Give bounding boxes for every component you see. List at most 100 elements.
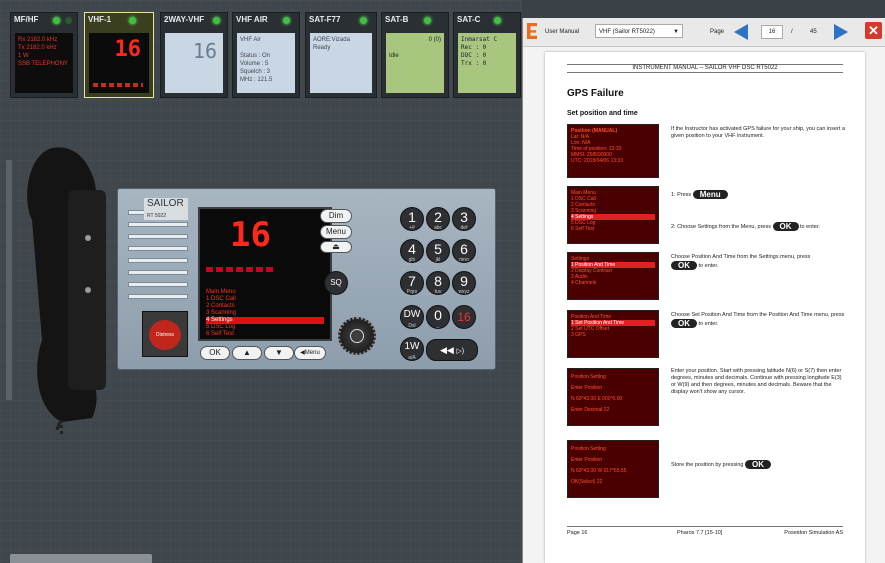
ok-key-illustration: OK [745,460,771,469]
taskbar-stub [10,554,152,563]
page-header: INSTRUMENT MANUAL – SAILOR VHF DSC RT502… [567,64,843,73]
vhf-radio-unit: SAILOR RT 5022 Distress 16 Main Menu 1 D… [117,188,496,370]
tab-title: SAT-F77 [309,15,341,24]
screen-line: Rx 2182.0 kHz [18,37,58,43]
tab-vhf-1[interactable]: VHF-1 16 [84,12,154,98]
channel-16-button[interactable]: 16 [452,305,476,329]
tab-vhf-air[interactable]: VHF AIR VHF Air Status : On Volume : 5 S… [232,12,300,98]
status-led [53,17,60,24]
screen-line: Trx : 0 [461,60,487,67]
telephone-handset[interactable] [22,140,112,442]
manual-page: INSTRUMENT MANUAL – SAILOR VHF DSC RT502… [545,52,865,563]
menu-item: 2 Contacts [206,303,235,309]
ok-button[interactable]: OK [200,346,230,360]
prev-page-button[interactable] [731,23,753,41]
screen-line: Rec : 0 [461,44,487,51]
screen-line: Status : On [240,53,271,59]
down-button[interactable]: ▼ [264,346,294,360]
menu-item: 3 Scanning [206,310,237,316]
footer-version: Pharos 7.7 [15-10] [677,530,723,536]
page-label: Page [710,29,725,35]
screen-line: SSB TELEPHONY [18,61,68,67]
brand-label: SAILOR [147,198,184,209]
model-label: RT 5022 [147,213,166,219]
tab-title: MF/HF [14,15,39,24]
dual-watch-button[interactable]: DW Dsl [400,305,424,329]
screen-line: Ready [313,45,331,51]
handset-icon [27,147,106,442]
key-5[interactable]: 5 jkl [426,239,450,263]
distress-button[interactable]: Distress [142,311,188,357]
tab-sat-c[interactable]: SAT-C Inmarsat C Rec : 0 DOC : 0 Trx : 0 [453,12,521,98]
power-1w-button[interactable]: 1W a/A [400,337,424,361]
step-row: Position Setting Enter Position N 69°43.00… [567,440,847,500]
ok-key-illustration: OK [671,261,697,270]
tab-screen: Rx 2182.0 kHz Tx 2182.0 kHz 1 W SSB TELE… [15,33,73,93]
status-led [494,17,501,24]
step-row: Main Menu 1 DSC Call 2 Contacts 3 Scanning 4… [567,186,847,246]
menu-item: 6 Self Test [206,331,234,337]
volume-rocker[interactable]: ◀◀ ▷) [426,339,478,361]
back-menu-button[interactable]: ◀Menu [294,346,326,360]
page-footer: Page 16 Pharos 7.7 [15-10] Poseidon Simu… [567,526,843,539]
tab-sat-f77[interactable]: SAT-F77 AORE:Vizada Ready [305,12,377,98]
key-1[interactable]: 1 +# [400,207,424,231]
key-7[interactable]: 7 Pqrs [400,271,424,295]
key-9[interactable]: 9 wxyz [452,271,476,295]
screen-line: Squelch : 3 [240,69,271,75]
document-select[interactable]: VHF (Sailor RT5022) ▼ [595,24,683,38]
key-8[interactable]: 8 tuv [426,271,450,295]
tab-screen: 16 [89,33,149,93]
tab-screen: 0 (0) Idle [386,33,444,93]
screen-line: Tx 2182.0 kHz [18,45,57,51]
manual-viewer: User Manual VHF (Sailor RT5022) ▼ Page 1… [522,18,885,563]
down-arrow-icon: ▼ [275,348,283,357]
menu-item-selected: 4 Settings [206,317,324,324]
viewer-toolbar: User Manual VHF (Sailor RT5022) ▼ Page 1… [523,18,885,47]
tab-title: 2WAY-VHF [164,15,205,24]
status-led [213,17,220,24]
right-arrow-icon [834,24,848,40]
screen-line: AORE:Vizada [313,37,350,43]
power-icon [350,329,364,343]
up-button[interactable]: ▲ [232,346,262,360]
menu-button[interactable]: Menu [320,225,352,239]
status-led [360,17,367,24]
screen-line: Idle [389,53,399,59]
status-led [65,17,72,24]
eject-button[interactable]: ⏏ [320,241,352,253]
screen-line: 1 W [18,53,29,59]
screen-line: Inmarsat C [461,36,498,43]
screenshot-settings: Settings 1 Position And Time 2 Display Con… [567,252,659,300]
key-0[interactable]: 0 _ [426,305,450,329]
screenshot-position-and-time: Position And Time 1 Set Position And Time… [567,310,659,358]
eject-icon: ⏏ [332,242,340,251]
speaker-icon: ▷) [456,348,465,355]
page-separator: / [791,29,793,35]
dropdown-arrow-icon: ▼ [673,29,679,35]
page-input[interactable]: 16 [761,25,783,39]
menu-item: 1 DSC Call [206,296,236,302]
close-button[interactable]: ✕ [865,22,882,39]
key-3[interactable]: 3 def [452,207,476,231]
left-arrow-icon [734,24,748,40]
tab-mf-hf[interactable]: MF/HF Rx 2182.0 kHz Tx 2182.0 kHz 1 W SS… [10,12,78,98]
next-page-button[interactable] [829,23,851,41]
channel-number: 16 [230,215,271,255]
key-4[interactable]: 4 ghi [400,239,424,263]
key-2[interactable]: 2 abc [426,207,450,231]
close-icon: ✕ [868,23,879,38]
tab-2way-vhf[interactable]: 2WAY-VHF 16 [160,12,228,98]
simulator-panel: MF/HF Rx 2182.0 kHz Tx 2182.0 kHz 1 W SS… [0,0,522,563]
squelch-button[interactable]: SQ [324,271,348,295]
step-row: Position And Time 1 Set Position And Time… [567,310,847,362]
menu-item: 5 DSC Log [206,324,236,330]
tab-screen: AORE:Vizada Ready [310,33,372,93]
dim-button[interactable]: Dim [320,209,352,223]
key-6[interactable]: 6 mno [452,239,476,263]
tab-sat-b[interactable]: SAT-B 0 (0) Idle [381,12,449,98]
volume-knob[interactable] [338,317,376,355]
document-select-value: VHF (Sailor RT5022) [599,29,655,35]
screenshot-main-menu: Main Menu 1 DSC Call 2 Contacts 3 Scanning 4… [567,186,659,244]
step-text: Enter your position. Start with pressing… [671,368,842,395]
